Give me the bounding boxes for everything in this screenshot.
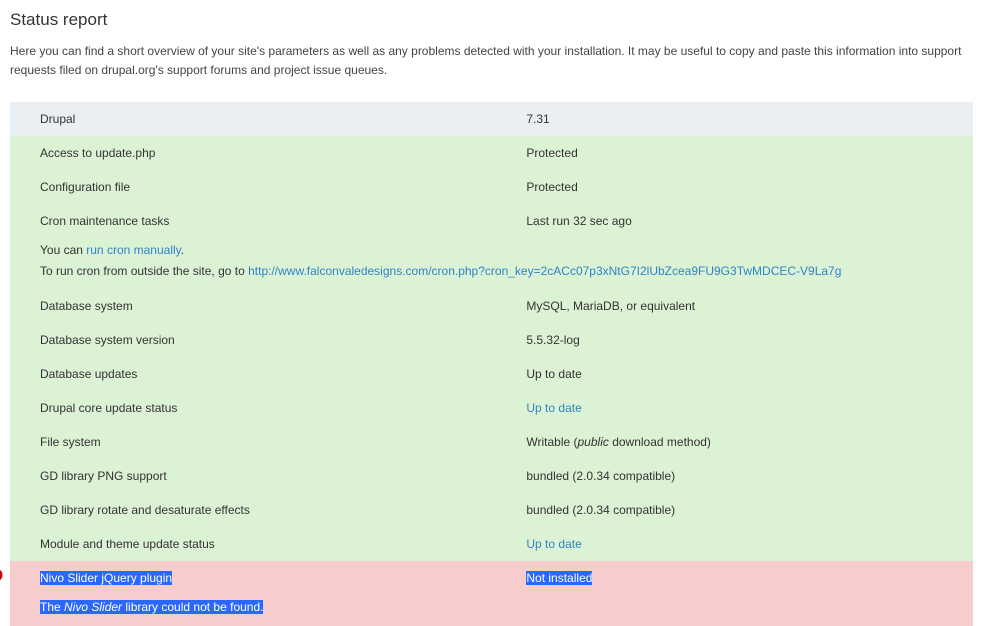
row-nivo: Nivo Slider jQuery plugin Not installed	[10, 561, 973, 595]
value-db-updates: Up to date	[520, 357, 973, 391]
label-db-system: Database system	[10, 289, 520, 323]
value-drupal: 7.31	[520, 102, 973, 136]
label-gd-rotate: GD library rotate and desaturate effects	[10, 493, 520, 527]
value-db-system: MySQL, MariaDB, or equivalent	[520, 289, 973, 323]
row-db-version: Database system version 5.5.32-log	[10, 323, 973, 357]
row-db-updates: Database updates Up to date	[10, 357, 973, 391]
cron-note-pre: You can	[40, 243, 86, 257]
label-gd-png: GD library PNG support	[10, 459, 520, 493]
label-core-update: Drupal core update status	[10, 391, 520, 425]
row-nivo-note: The Nivo Slider library could not be fou…	[10, 595, 973, 625]
value-nivo: Not installed	[520, 561, 973, 595]
page-title: Status report	[10, 10, 973, 30]
label-config-file: Configuration file	[10, 170, 520, 204]
value-cron: Last run 32 sec ago	[520, 204, 973, 238]
row-file-system: File system Writable (public download me…	[10, 425, 973, 459]
label-module-update: Module and theme update status	[10, 527, 520, 561]
row-config-file: Configuration file Protected	[10, 170, 973, 204]
row-gd-rotate: GD library rotate and desaturate effects…	[10, 493, 973, 527]
label-update-access: Access to update.php	[10, 136, 520, 170]
run-cron-link[interactable]: run cron manually	[86, 243, 181, 257]
value-update-access: Protected	[520, 136, 973, 170]
row-drupal: Drupal 7.31	[10, 102, 973, 136]
row-core-update: Drupal core update status Up to date	[10, 391, 973, 425]
row-update-access: Access to update.php Protected	[10, 136, 973, 170]
value-gd-rotate: bundled (2.0.34 compatible)	[520, 493, 973, 527]
value-db-version: 5.5.32-log	[520, 323, 973, 357]
core-update-link[interactable]: Up to date	[526, 401, 581, 415]
intro-text: Here you can find a short overview of yo…	[10, 42, 973, 80]
value-core-update: Up to date	[520, 391, 973, 425]
row-module-update: Module and theme update status Up to dat…	[10, 527, 973, 561]
row-cron-note: You can run cron manually. To run cron f…	[10, 238, 973, 289]
row-cron: Cron maintenance tasks Last run 32 sec a…	[10, 204, 973, 238]
value-gd-png: bundled (2.0.34 compatible)	[520, 459, 973, 493]
row-db-system: Database system MySQL, MariaDB, or equiv…	[10, 289, 973, 323]
value-module-update: Up to date	[520, 527, 973, 561]
cron-note2-pre: To run cron from outside the site, go to	[40, 264, 248, 278]
label-file-system: File system	[10, 425, 520, 459]
row-gd-png: GD library PNG support bundled (2.0.34 c…	[10, 459, 973, 493]
label-drupal: Drupal	[10, 102, 520, 136]
label-nivo: Nivo Slider jQuery plugin	[10, 561, 520, 595]
cron-url-link[interactable]: http://www.falconvaledesigns.com/cron.ph…	[248, 264, 841, 278]
nivo-note: The Nivo Slider library could not be fou…	[10, 595, 973, 625]
status-table: Drupal 7.31 Access to update.php Protect…	[10, 102, 973, 625]
cron-note: You can run cron manually. To run cron f…	[10, 238, 973, 289]
value-file-system: Writable (public download method)	[520, 425, 973, 459]
label-db-updates: Database updates	[10, 357, 520, 391]
error-icon	[0, 567, 4, 583]
label-db-version: Database system version	[10, 323, 520, 357]
label-cron: Cron maintenance tasks	[10, 204, 520, 238]
value-config-file: Protected	[520, 170, 973, 204]
label-nivo-text: Nivo Slider jQuery plugin	[40, 571, 172, 585]
cron-note-post: .	[181, 243, 184, 257]
module-update-link[interactable]: Up to date	[526, 537, 581, 551]
